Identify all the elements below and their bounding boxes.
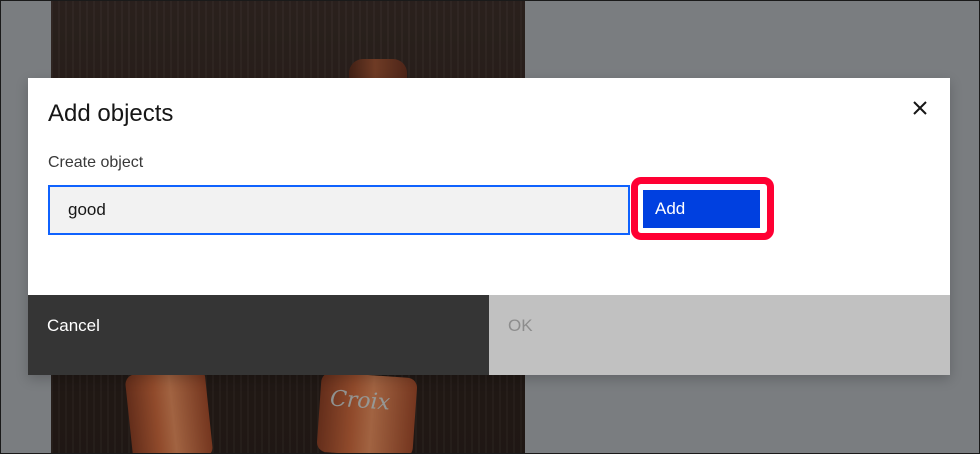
cancel-button[interactable]: Cancel [28,295,489,375]
create-object-label: Create object [48,154,144,171]
ok-button[interactable]: OK [489,295,950,375]
add-button[interactable]: Add [643,190,760,228]
can-label: Croix [329,386,391,416]
can-left [124,367,214,453]
screen: Croix Add objects Create object Add Canc… [0,0,980,454]
add-objects-dialog: Add objects Create object Add Cancel OK [28,78,950,375]
dialog-title: Add objects [48,100,174,127]
close-icon [913,101,927,115]
close-button[interactable] [908,96,932,120]
can-right: Croix [316,371,418,453]
dialog-footer: Cancel OK [28,295,950,375]
create-object-input[interactable] [48,185,630,235]
